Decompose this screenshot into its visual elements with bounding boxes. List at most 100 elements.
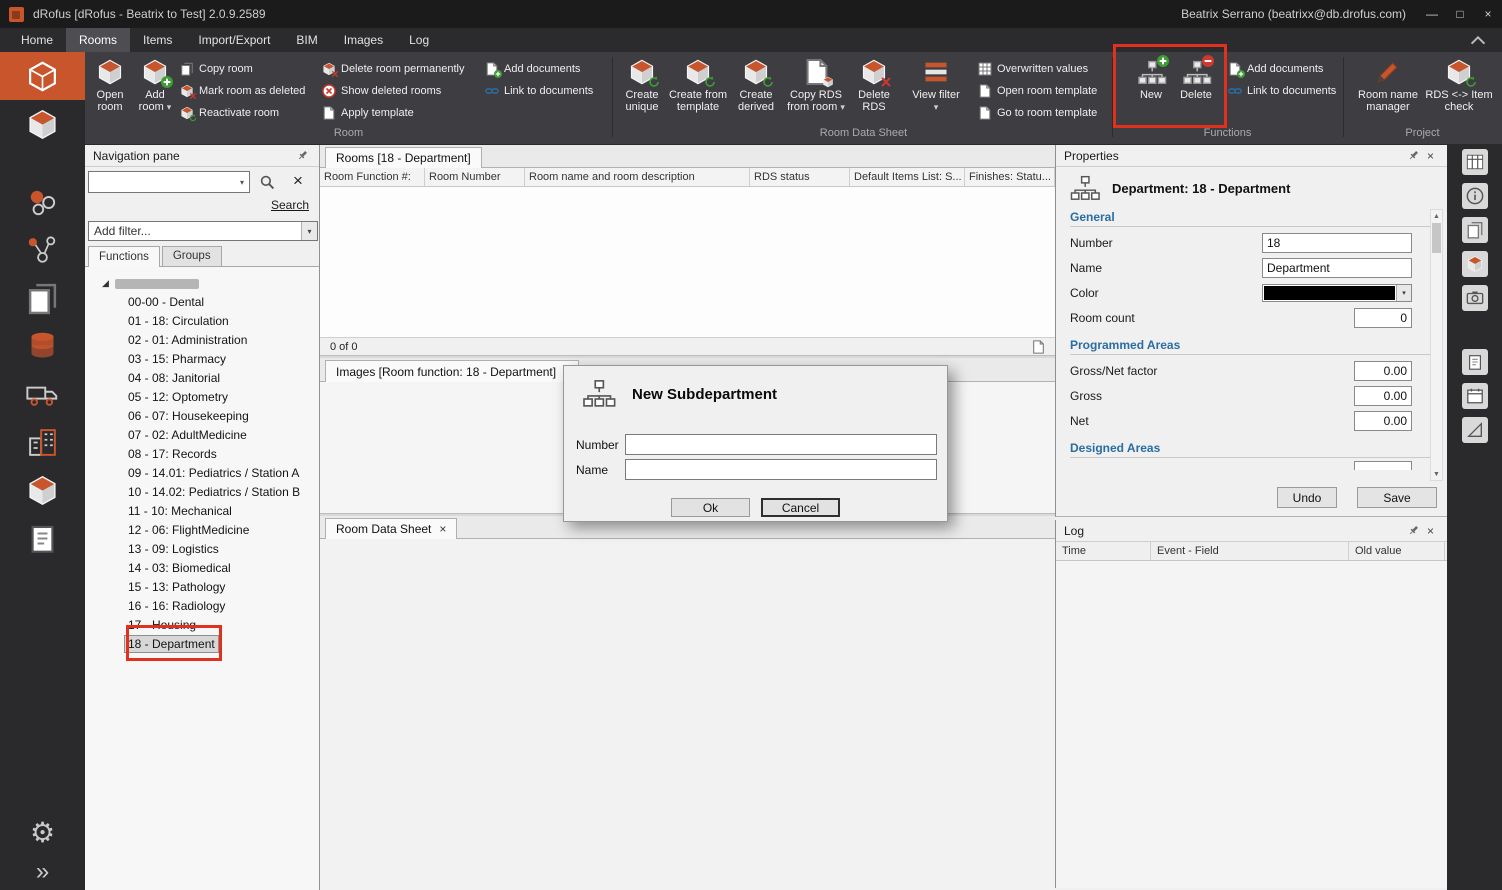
room-add-documents-button[interactable]: Add documents: [485, 60, 580, 78]
tab-bim[interactable]: BIM: [283, 28, 330, 52]
minimize-button[interactable]: —: [1418, 0, 1446, 28]
close-panel-button[interactable]: ×: [1422, 522, 1439, 539]
color-field[interactable]: ▾: [1262, 284, 1412, 302]
column-event-field[interactable]: Event - Field: [1151, 542, 1349, 560]
tree-item[interactable]: 13 - 09: Logistics: [85, 540, 319, 559]
panel-toggle-log[interactable]: [1462, 383, 1488, 409]
close-panel-button[interactable]: ×: [1422, 147, 1439, 164]
sidebar-item-documents[interactable]: [0, 274, 85, 322]
tab-items[interactable]: Items: [130, 28, 185, 52]
tree-item[interactable]: 10 - 14.02: Pediatrics / Station B: [85, 483, 319, 502]
expand-sidebar-button[interactable]: »: [36, 860, 49, 884]
gross-field[interactable]: 0.00: [1354, 386, 1412, 406]
sidebar-item-logistics[interactable]: [0, 370, 85, 418]
tree-item[interactable]: 04 - 08: Janitorial: [85, 369, 319, 388]
sidebar-item-systems[interactable]: [0, 226, 85, 274]
undo-button[interactable]: Undo: [1277, 487, 1337, 508]
tree-item[interactable]: 16 - 16: Radiology: [85, 597, 319, 616]
tree-item[interactable]: 07 - 02: AdultMedicine: [85, 426, 319, 445]
view-filter-button[interactable]: View filter ▾: [912, 56, 960, 124]
column-old-value[interactable]: Old value: [1349, 542, 1445, 560]
scroll-down-icon[interactable]: ▼: [1431, 468, 1442, 480]
apply-template-button[interactable]: Apply template: [322, 104, 414, 122]
mark-room-deleted-button[interactable]: Mark room as deleted: [180, 82, 305, 100]
create-derived-button[interactable]: Create derived: [730, 56, 782, 124]
open-room-button[interactable]: Open room: [88, 56, 132, 124]
create-unique-button[interactable]: Create unique: [618, 56, 666, 124]
functions-add-documents-button[interactable]: Add documents: [1228, 60, 1323, 78]
ok-button[interactable]: Ok: [671, 498, 750, 517]
panel-toggle-documents[interactable]: [1462, 217, 1488, 243]
tab-images[interactable]: Images: [331, 28, 396, 52]
add-filter-combo[interactable]: Add filter... ▾: [88, 221, 318, 241]
room-data-sheet-tab[interactable]: Room Data Sheet ×: [325, 518, 457, 539]
scroll-up-icon[interactable]: ▲: [1431, 210, 1442, 222]
column-room-function[interactable]: Room Function #:: [320, 168, 425, 186]
panel-toggle-measure[interactable]: [1462, 417, 1488, 443]
room-count-field[interactable]: 0: [1354, 308, 1412, 328]
column-default-items[interactable]: Default Items List: S...: [850, 168, 965, 186]
open-room-template-button[interactable]: Open room template: [978, 82, 1097, 100]
create-from-template-button[interactable]: Create from template: [668, 56, 728, 124]
tree-item[interactable]: 17 - Housing: [85, 616, 319, 635]
tab-log[interactable]: Log: [396, 28, 442, 52]
column-rds-status[interactable]: RDS status: [750, 168, 850, 186]
sidebar-item-rooms[interactable]: [0, 52, 85, 100]
overwritten-values-button[interactable]: Overwritten values: [978, 60, 1088, 78]
tab-groups[interactable]: Groups: [162, 246, 222, 267]
tree-item[interactable]: 09 - 14.01: Pediatrics / Station A: [85, 464, 319, 483]
maximize-button[interactable]: □: [1446, 0, 1474, 28]
sidebar-item-buildings[interactable]: [0, 418, 85, 466]
close-button[interactable]: ×: [1474, 0, 1502, 28]
scrollbar-thumb[interactable]: [1432, 223, 1441, 253]
close-icon[interactable]: ×: [439, 522, 446, 536]
column-finishes[interactable]: Finishes: Statu...: [965, 168, 1055, 186]
collapse-ribbon-icon[interactable]: [1470, 36, 1486, 45]
search-link[interactable]: Search: [271, 198, 309, 212]
tree-item[interactable]: 15 - 13: Pathology: [85, 578, 319, 597]
delete-room-permanently-button[interactable]: Delete room permanently: [322, 60, 465, 78]
net-field[interactable]: 0.00: [1354, 411, 1412, 431]
delete-rds-button[interactable]: Delete RDS: [850, 56, 898, 124]
pin-button[interactable]: [1405, 522, 1422, 539]
panel-toggle-properties[interactable]: [1462, 183, 1488, 209]
clear-search-button[interactable]: ×: [286, 169, 310, 193]
room-link-documents-button[interactable]: Link to documents: [485, 82, 593, 100]
tab-rooms[interactable]: Rooms: [66, 28, 130, 52]
tab-functions[interactable]: Functions: [88, 246, 160, 267]
room-name-manager-button[interactable]: Room name manager: [1353, 56, 1423, 124]
number-field[interactable]: 18: [1262, 233, 1412, 253]
save-button[interactable]: Save: [1357, 487, 1437, 508]
cancel-button[interactable]: Cancel: [761, 498, 840, 517]
sidebar-item-core[interactable]: [0, 178, 85, 226]
gross-net-field[interactable]: 0.00: [1354, 361, 1412, 381]
pin-button[interactable]: [1405, 147, 1422, 164]
panel-toggle-attachments[interactable]: [1462, 349, 1488, 375]
reactivate-room-button[interactable]: Reactivate room: [180, 104, 279, 122]
pin-button[interactable]: [294, 147, 311, 164]
settings-button[interactable]: ⚙: [30, 818, 55, 848]
name-input[interactable]: [625, 459, 937, 480]
expander-icon[interactable]: ◢: [102, 278, 109, 289]
images-tab[interactable]: Images [Room function: 18 - Department] …: [325, 360, 579, 382]
tab-home[interactable]: Home: [8, 28, 66, 52]
panel-toggle-images[interactable]: [1462, 285, 1488, 311]
rds-item-check-button[interactable]: RDS <-> Item check: [1425, 56, 1493, 124]
chevron-down-icon[interactable]: ▾: [1396, 285, 1411, 301]
chevron-down-icon[interactable]: ▾: [235, 178, 249, 187]
designed-area-field-clipped[interactable]: [1354, 461, 1412, 470]
new-function-button[interactable]: New: [1131, 56, 1171, 124]
tree-item[interactable]: 02 - 01: Administration: [85, 331, 319, 350]
sidebar-item-items[interactable]: [0, 100, 85, 148]
sidebar-item-data[interactable]: [0, 322, 85, 370]
report-icon[interactable]: [1032, 340, 1045, 354]
rooms-tab[interactable]: Rooms [18 - Department]: [325, 147, 482, 168]
number-input[interactable]: [625, 434, 937, 455]
properties-scrollbar[interactable]: ▲ ▼: [1430, 209, 1443, 481]
show-deleted-rooms-button[interactable]: Show deleted rooms: [322, 82, 441, 100]
search-input[interactable]: [89, 173, 235, 191]
tree-item[interactable]: 00-00 - Dental: [85, 293, 319, 312]
panel-toggle-items[interactable]: [1462, 251, 1488, 277]
tree-item[interactable]: 03 - 15: Pharmacy: [85, 350, 319, 369]
column-room-number[interactable]: Room Number: [425, 168, 525, 186]
